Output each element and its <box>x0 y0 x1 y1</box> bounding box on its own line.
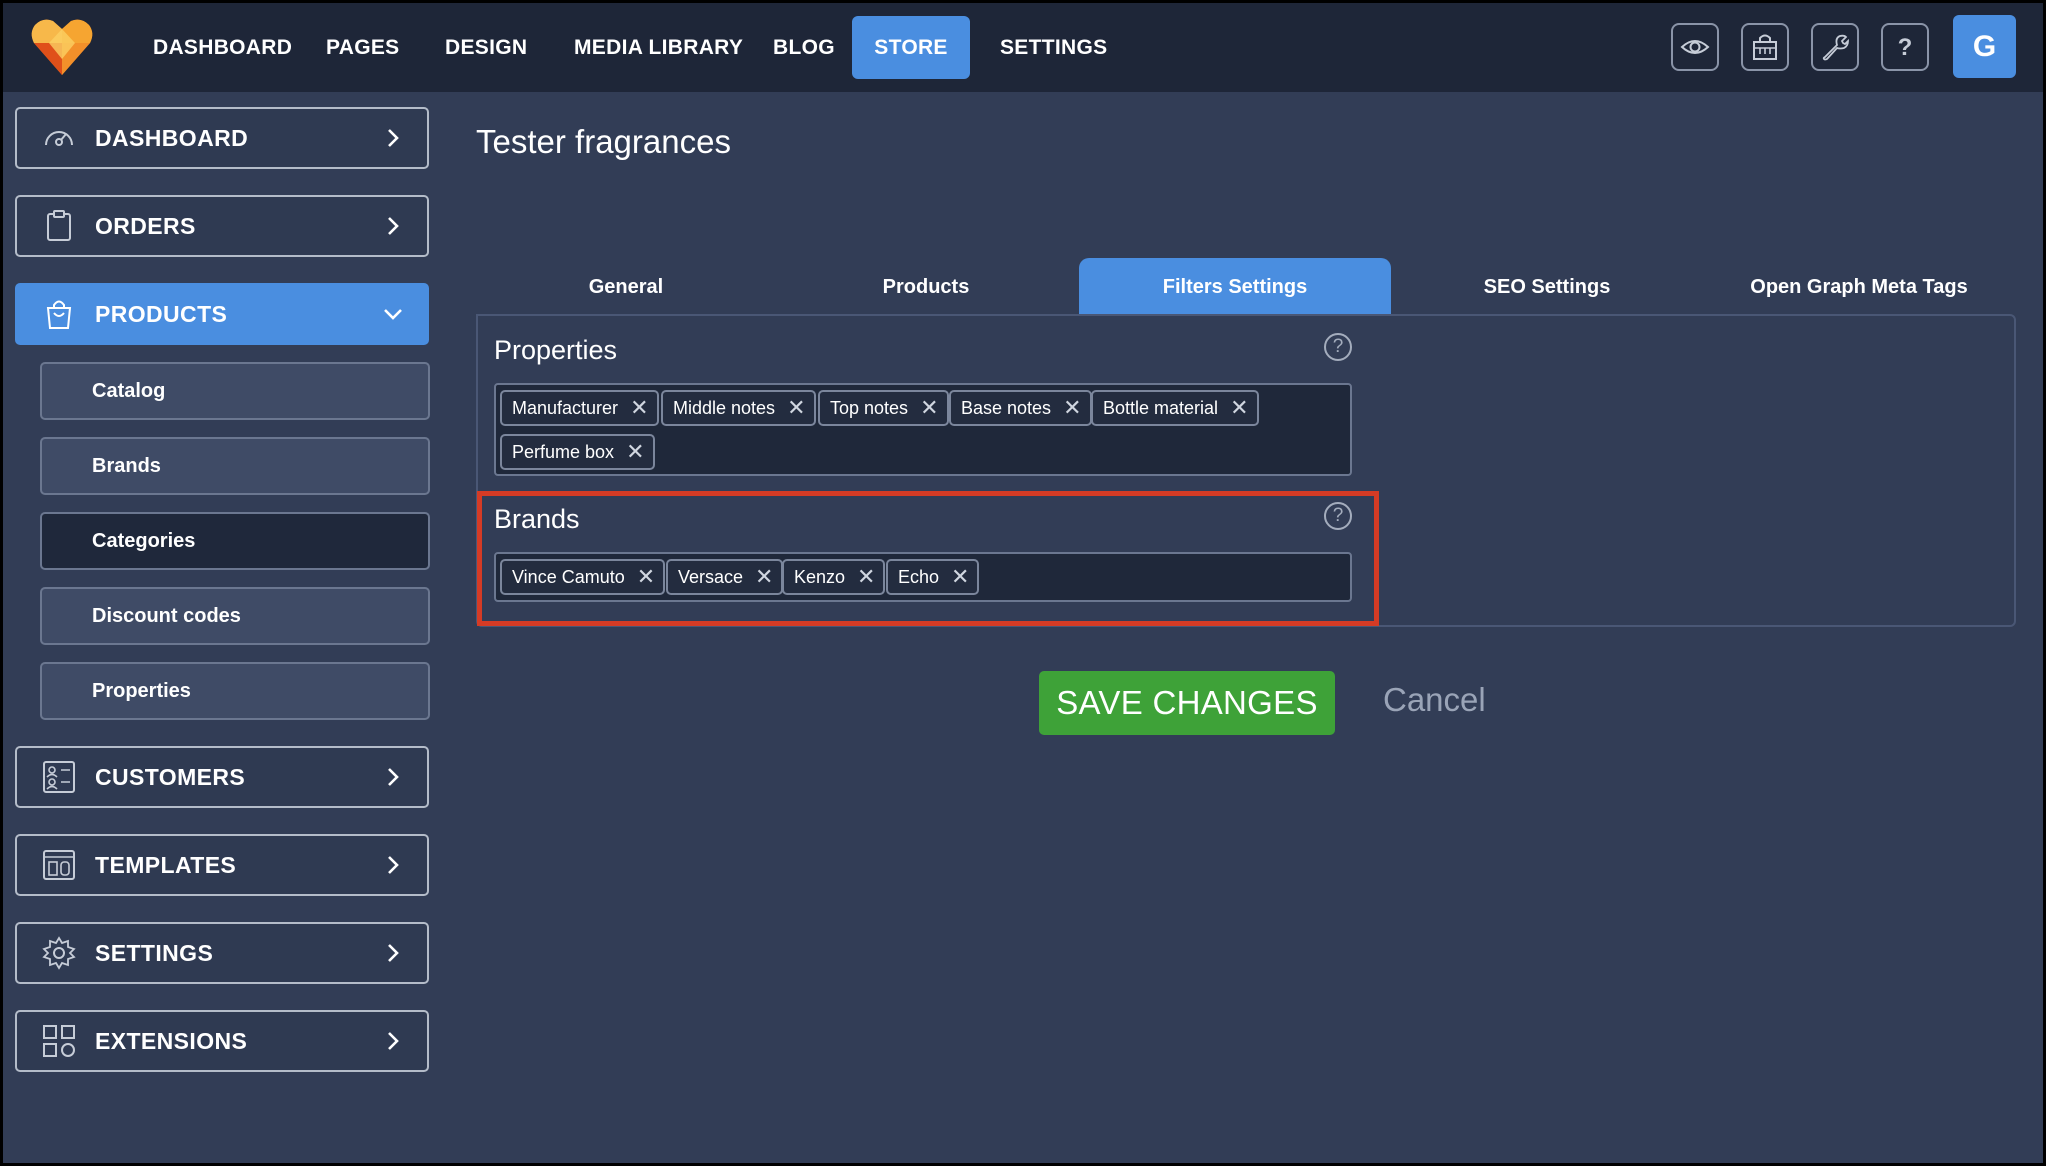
tag-label: Perfume box <box>512 441 615 462</box>
svg-text:?: ? <box>1898 34 1913 61</box>
sidebar-item-products[interactable]: PRODUCTS <box>15 283 429 345</box>
remove-tag-icon[interactable]: ✕ <box>1230 397 1248 419</box>
sidebar-item-label: EXTENSIONS <box>95 1027 248 1054</box>
sidebar-item-label: ORDERS <box>95 212 196 239</box>
chevron-right-icon <box>388 856 399 874</box>
gear-icon <box>41 935 77 971</box>
chevron-down-icon <box>384 309 402 320</box>
gauge-icon <box>41 120 77 156</box>
tag-label: Versace <box>678 566 744 587</box>
tag-label: Top notes <box>830 397 909 418</box>
tag-label: Middle notes <box>673 397 776 418</box>
question-icon[interactable]: ? <box>1881 23 1929 71</box>
sidebar-item-label: SETTINGS <box>95 939 214 966</box>
top-nav-bar: DASHBOARD PAGES DESIGN MEDIA LIBRARY BLO… <box>3 3 2043 92</box>
sidebar-subitem-brands[interactable]: Brands <box>40 437 430 495</box>
brands-help-icon[interactable]: ? <box>1324 502 1352 530</box>
sidebar-item-dashboard[interactable]: DASHBOARD <box>15 107 429 169</box>
eye-icon[interactable] <box>1671 23 1719 71</box>
tag-perfume-box: Perfume box ✕ <box>500 434 655 470</box>
sidebar-subitem-catalog[interactable]: Catalog <box>40 362 430 420</box>
logo-icon[interactable] <box>29 13 95 79</box>
extensions-icon <box>41 1023 77 1059</box>
sidebar-item-templates[interactable]: TEMPLATES <box>15 834 429 896</box>
chevron-right-icon <box>388 944 399 962</box>
chevron-right-icon <box>388 1032 399 1050</box>
contacts-icon <box>41 759 77 795</box>
sidebar-item-extensions[interactable]: EXTENSIONS <box>15 1010 429 1072</box>
template-icon <box>41 847 77 883</box>
chevron-right-icon <box>388 129 399 147</box>
tag-label: Base notes <box>961 397 1052 418</box>
tag-label: Echo <box>898 566 940 587</box>
nav-blog[interactable]: BLOG <box>745 16 863 79</box>
tab-seo-settings[interactable]: SEO Settings <box>1391 258 1703 316</box>
sidebar-item-orders[interactable]: ORDERS <box>15 195 429 257</box>
tab-open-graph-meta-tags[interactable]: Open Graph Meta Tags <box>1703 258 2015 316</box>
tag-bottle-material: Bottle material ✕ <box>1091 390 1259 426</box>
remove-tag-icon[interactable]: ✕ <box>920 397 938 419</box>
sidebar-item-label: PRODUCTS <box>95 300 228 327</box>
tag-top-notes: Top notes ✕ <box>818 390 949 426</box>
nav-store[interactable]: STORE <box>852 16 970 79</box>
store-icon[interactable] <box>1741 23 1789 71</box>
nav-settings[interactable]: SETTINGS <box>972 16 1135 79</box>
tag-label: Vince Camuto <box>512 566 625 587</box>
tag-manufacturer: Manufacturer ✕ <box>500 390 659 426</box>
sidebar-item-customers[interactable]: CUSTOMERS <box>15 746 429 808</box>
remove-tag-icon[interactable]: ✕ <box>626 441 644 463</box>
remove-tag-icon[interactable]: ✕ <box>951 566 969 588</box>
properties-section-title: Properties <box>494 335 618 365</box>
tag-label: Kenzo <box>794 566 846 587</box>
remove-tag-icon[interactable]: ✕ <box>1063 397 1081 419</box>
save-changes-button[interactable]: SAVE CHANGES <box>1039 671 1335 735</box>
wrench-icon[interactable] <box>1811 23 1859 71</box>
tag-middle-notes: Middle notes ✕ <box>661 390 816 426</box>
nav-dashboard[interactable]: DASHBOARD <box>125 16 320 79</box>
tag-echo: Echo ✕ <box>886 559 980 595</box>
sidebar-item-settings[interactable]: SETTINGS <box>15 922 429 984</box>
remove-tag-icon[interactable]: ✕ <box>637 566 655 588</box>
nav-pages[interactable]: PAGES <box>298 16 427 79</box>
tag-kenzo: Kenzo ✕ <box>782 559 886 595</box>
app-window: DASHBOARD PAGES DESIGN MEDIA LIBRARY BLO… <box>3 3 2043 1163</box>
brands-tag-input[interactable]: Vince Camuto ✕ Versace ✕ Kenzo ✕ Echo ✕ <box>494 552 1352 602</box>
remove-tag-icon[interactable]: ✕ <box>857 566 875 588</box>
nav-media-library[interactable]: MEDIA LIBRARY <box>546 16 771 79</box>
tab-filters-settings[interactable]: Filters Settings <box>1079 258 1391 316</box>
sidebar-item-label: CUSTOMERS <box>95 763 246 790</box>
tag-versace: Versace ✕ <box>666 559 784 595</box>
tag-vince-camuto: Vince Camuto ✕ <box>500 559 666 595</box>
sidebar-subitem-properties[interactable]: Properties <box>40 662 430 720</box>
remove-tag-icon[interactable]: ✕ <box>630 397 648 419</box>
user-avatar[interactable]: G <box>1953 15 2016 78</box>
sidebar-subitem-categories[interactable]: Categories <box>40 512 430 570</box>
tag-base-notes: Base notes ✕ <box>949 390 1092 426</box>
tag-label: Manufacturer <box>512 397 619 418</box>
chevron-right-icon <box>388 768 399 786</box>
properties-help-icon[interactable]: ? <box>1324 333 1352 361</box>
tab-products[interactable]: Products <box>776 258 1076 316</box>
cancel-button[interactable]: Cancel <box>1383 681 1486 719</box>
clipboard-icon <box>41 208 77 244</box>
tag-label: Bottle material <box>1103 397 1219 418</box>
sidebar-item-label: TEMPLATES <box>95 851 237 878</box>
remove-tag-icon[interactable]: ✕ <box>787 397 805 419</box>
tab-general[interactable]: General <box>476 258 776 316</box>
chevron-right-icon <box>388 217 399 235</box>
nav-design[interactable]: DESIGN <box>417 16 555 79</box>
brands-section-title: Brands <box>494 504 580 534</box>
remove-tag-icon[interactable]: ✕ <box>755 566 773 588</box>
sidebar-subitem-discount-codes[interactable]: Discount codes <box>40 587 430 645</box>
sidebar-item-label: DASHBOARD <box>95 124 249 151</box>
properties-tag-input[interactable]: Manufacturer ✕ Middle notes ✕ Top notes … <box>494 383 1352 476</box>
bag-icon <box>41 296 77 332</box>
page-title: Tester fragrances <box>476 123 731 160</box>
